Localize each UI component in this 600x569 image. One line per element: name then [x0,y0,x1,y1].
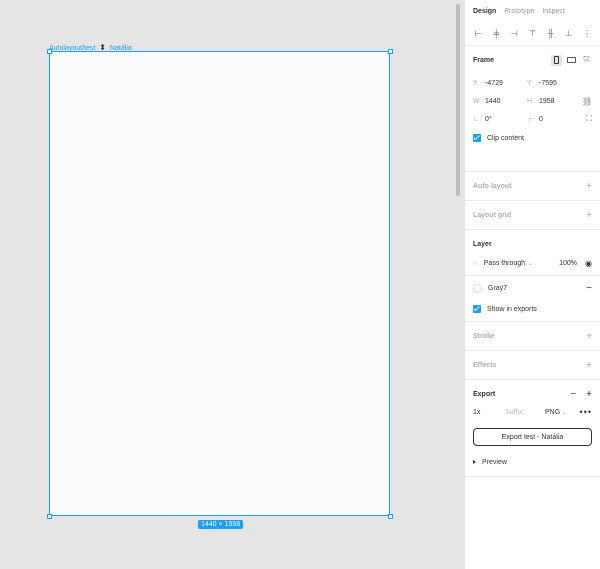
panel-tabs: Design Prototype Inspect [465,0,600,22]
resize-to-fit-icon: ⤧ [583,55,590,64]
resize-handle-bottom-left[interactable] [47,514,52,519]
preview-toggle[interactable]: Preview [482,459,507,466]
align-bottom-icon[interactable]: ⊥ [564,29,574,39]
show-in-exports-checkbox[interactable] [473,305,481,313]
properties-panel: Design Prototype Inspect ⊢ ╪ ⊣ ⊤ ╫ ⊥ ⋮ F… [464,0,600,569]
layer-section: Layer ◌ Pass through ⌄ 100% ◉ [465,230,600,276]
canvas[interactable]: Autolayout/test ⬍ Natália 1440 × 1958 [0,0,464,569]
stroke-title: Stroke [473,332,495,340]
x-field[interactable]: X -4729 [473,80,527,87]
export-button[interactable]: Export test - Natália [473,428,592,446]
export-title: Export [473,390,496,398]
align-right-icon[interactable]: ⊣ [509,29,519,39]
selected-frame[interactable] [49,51,390,516]
add-export-icon[interactable]: + [586,389,592,400]
add-effect-icon[interactable]: + [586,360,592,371]
tab-prototype[interactable]: Prototype [504,8,534,22]
layer-title: Layer [473,240,492,248]
opacity-field[interactable]: 100% [559,260,577,267]
remove-fill-icon[interactable]: − [586,283,592,294]
rotation-icon: ∟ [473,115,480,123]
remove-export-icon[interactable]: − [570,389,576,400]
tab-inspect[interactable]: Inspect [542,8,565,22]
rotation-field[interactable]: ∟ 0° [473,116,527,123]
resize-to-fit-button[interactable]: ⤧ [581,55,592,66]
frame-title[interactable]: Frame [473,57,494,64]
alignment-toolbar: ⊢ ╪ ⊣ ⊤ ╫ ⊥ ⋮ [465,22,600,46]
corner-radius-icon: ╭ [527,116,532,123]
portrait-button[interactable] [551,54,562,66]
height-field[interactable]: H 1958 [527,98,581,105]
export-suffix-input[interactable]: Suffix [505,409,545,416]
align-left-icon[interactable]: ⊢ [473,29,483,39]
resize-handle-top-right[interactable] [388,49,393,54]
size-badge: 1440 × 1958 [198,520,244,529]
chevron-down-icon: ⌄ [562,409,568,416]
constrain-proportions-icon[interactable]: ⛓ [582,97,592,106]
blend-mode-select[interactable]: Pass through [484,260,525,267]
width-field[interactable]: W 1440 [473,98,527,105]
landscape-button[interactable] [566,55,577,66]
align-vertical-center-icon[interactable]: ╫ [546,29,556,39]
fill-section: Gray7 − Show in exports [465,276,600,322]
export-section: Export − + 1x Suffix PNG ⌄ ••• Export te… [465,380,600,477]
expand-triangle-icon[interactable] [473,460,476,464]
independent-corners-icon[interactable]: ⛶ [586,114,592,124]
resize-handle-bottom-right[interactable] [388,514,393,519]
add-layout-grid-icon[interactable]: + [586,210,592,221]
fill-style-name[interactable]: Gray7 [488,285,507,292]
layout-grid-title: Layout grid [473,211,512,219]
layout-grid-section: Layout grid + [465,201,600,230]
add-auto-layout-icon[interactable]: + [586,181,592,192]
export-format-select[interactable]: PNG [545,409,560,416]
more-options-icon[interactable]: ••• [580,407,592,417]
show-in-exports-label: Show in exports [487,305,537,313]
distribute-icon[interactable]: ⋮ [582,29,592,39]
portrait-icon [554,56,559,64]
y-field[interactable]: Y -7595 [527,80,581,87]
auto-layout-section: Auto layout + [465,172,600,201]
chevron-down-icon: ⌄ [528,260,534,267]
effects-title: Effects [473,361,497,369]
stroke-section: Stroke + [465,322,600,351]
clip-content-checkbox[interactable] [473,134,481,142]
align-top-icon[interactable]: ⊤ [527,29,537,39]
resize-handle-top-left[interactable] [47,49,52,54]
align-horizontal-center-icon[interactable]: ╪ [491,29,501,39]
landscape-icon [567,57,576,63]
tab-design[interactable]: Design [473,8,496,22]
eye-icon[interactable]: ◉ [585,259,592,268]
effects-section: Effects + [465,351,600,380]
export-scale[interactable]: 1x [473,409,505,416]
add-stroke-icon[interactable]: + [586,331,592,342]
blend-mode-icon: ◌ [473,258,478,268]
canvas-scrollbar[interactable] [456,4,460,196]
fill-swatch[interactable] [473,283,482,293]
clip-content-label: Clip content [487,134,524,142]
frame-section: Frame ⤧ X -4729 Y -7595 W 1440 H 1958 ⛓ … [465,46,600,172]
corner-radius-field[interactable]: ╭ 0 [527,115,581,124]
auto-layout-title: Auto layout [473,182,512,190]
